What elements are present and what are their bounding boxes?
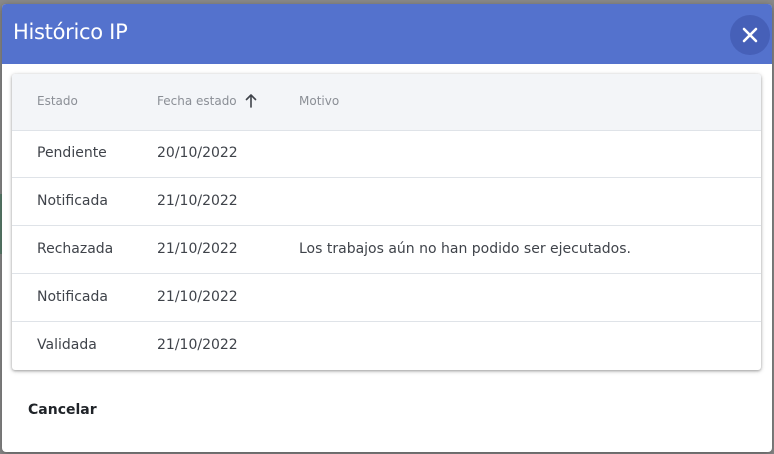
- cell-fecha: 21/10/2022: [157, 337, 238, 353]
- cell-estado: Notificada: [37, 193, 108, 209]
- column-header-fecha-estado[interactable]: Fecha estado: [157, 94, 237, 108]
- cell-fecha: 21/10/2022: [157, 193, 238, 209]
- cell-estado: Notificada: [37, 289, 108, 305]
- cell-fecha: 21/10/2022: [157, 289, 238, 305]
- table-row: Rechazada 21/10/2022 Los trabajos aún no…: [12, 226, 761, 274]
- arrow-up-icon[interactable]: [245, 94, 257, 108]
- table-row: Validada 21/10/2022: [12, 322, 761, 369]
- cell-fecha: 20/10/2022: [157, 145, 238, 161]
- cell-estado: Pendiente: [37, 145, 107, 161]
- dialog-title: Histórico IP: [13, 20, 128, 44]
- cell-estado: Validada: [37, 337, 97, 353]
- column-header-motivo[interactable]: Motivo: [299, 94, 339, 108]
- column-header-estado[interactable]: Estado: [37, 94, 78, 108]
- cell-estado: Rechazada: [37, 241, 114, 257]
- cancel-button[interactable]: Cancelar: [18, 398, 107, 422]
- history-table: Estado Fecha estado Motivo Pendiente 20/…: [12, 74, 761, 370]
- history-dialog: Histórico IP Estado Fecha estado Motivo …: [2, 4, 772, 452]
- cell-fecha: 21/10/2022: [157, 241, 238, 257]
- table-header: Estado Fecha estado Motivo: [12, 74, 761, 131]
- cell-motivo: Los trabajos aún no han podido ser ejecu…: [299, 241, 631, 257]
- table-row: Notificada 21/10/2022: [12, 274, 761, 322]
- close-icon: [742, 27, 758, 43]
- dialog-header: Histórico IP: [2, 4, 772, 64]
- close-button[interactable]: [730, 15, 770, 55]
- table-row: Notificada 21/10/2022: [12, 178, 761, 226]
- table-row: Pendiente 20/10/2022: [12, 130, 761, 178]
